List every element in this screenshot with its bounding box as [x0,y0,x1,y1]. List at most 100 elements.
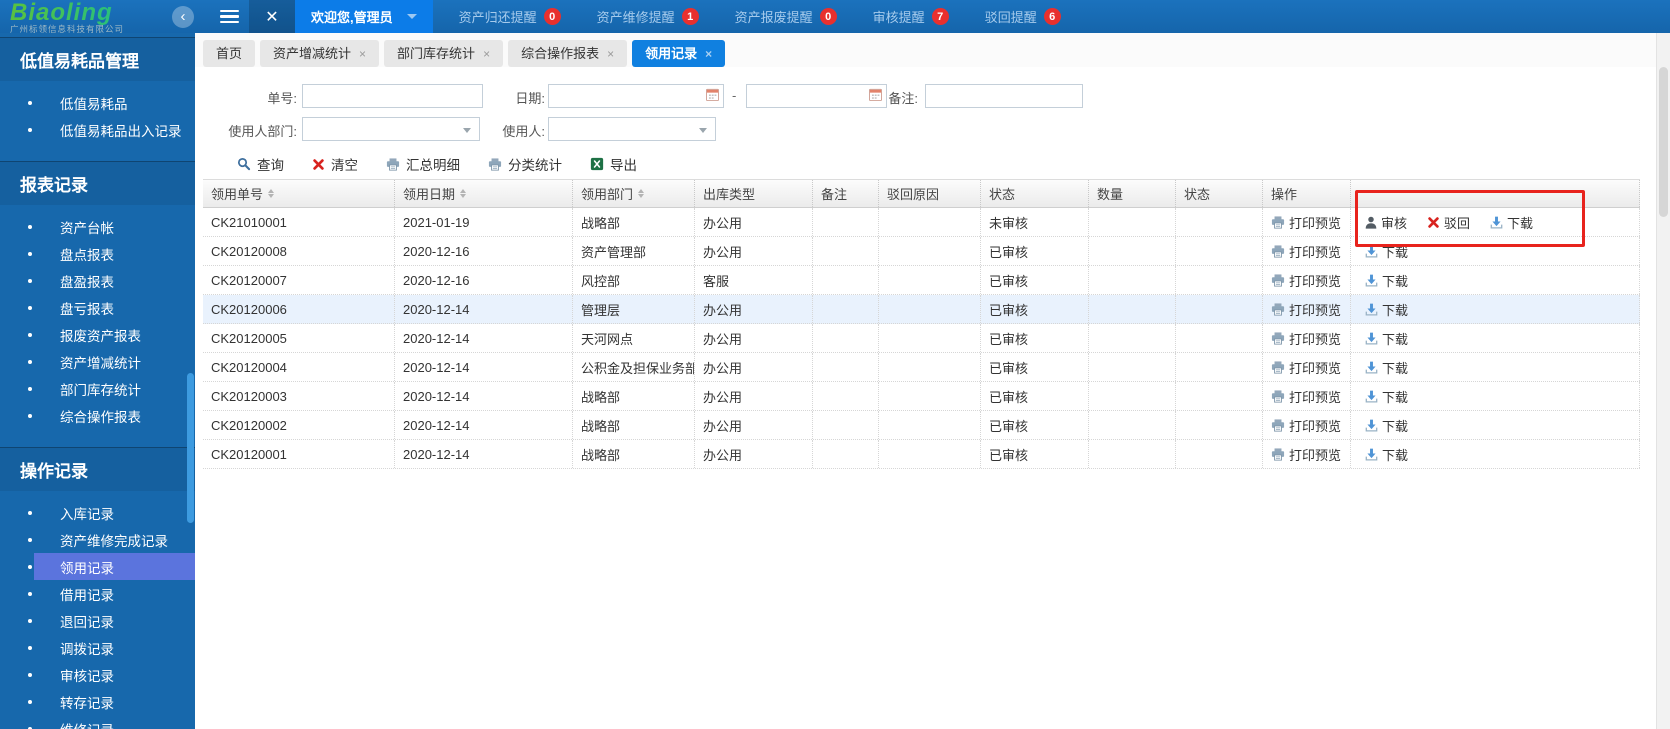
scrollbar-thumb[interactable] [1659,67,1668,217]
print-button[interactable]: 打印预览 [1271,387,1341,406]
sidebar-item-2-3[interactable]: 借用记录 [0,580,195,607]
export-button[interactable]: 导出 [590,154,637,174]
user-menu[interactable]: 欢迎您,管理员 [295,0,433,33]
table-row-5[interactable]: CK20120004 2020-12-14 公积金及担保业务部 办公用 已审核 打印预览… [203,353,1640,382]
table-row-7[interactable]: CK20120002 2020-12-14 战略部 办公用 已审核 打印预览 下载 [203,411,1640,440]
sidebar-item-0-1[interactable]: 低值易耗品出入记录 [0,116,195,143]
tab-close-icon[interactable]: × [705,48,712,60]
sidebar-item-1-6[interactable]: 部门库存统计 [0,375,195,402]
tab-label: 综合操作报表 [521,46,600,61]
sidebar-scrollbar[interactable] [187,373,194,523]
download-button[interactable]: 下载 [1365,329,1408,348]
sidebar-item-2-1[interactable]: 资产维修完成记录 [0,526,195,553]
sidebar-collapse-button[interactable]: ‹ [172,5,194,28]
download-button[interactable]: 下载 [1365,242,1408,261]
tab-0[interactable]: 首页 [203,40,256,67]
cell-date: 2020-12-14 [395,295,573,323]
print-button[interactable]: 打印预览 [1271,271,1341,290]
sidebar-item-2-7[interactable]: 转存记录 [0,688,195,715]
notification-item-0[interactable]: 资产归还提醒 0 [459,7,561,26]
clear-button[interactable]: 清空 [312,154,358,174]
menu-toggle-button[interactable] [220,7,239,27]
column-header-label: 领用日期 [403,187,456,202]
download-label: 下载 [1382,273,1409,289]
tab-close-icon[interactable]: × [607,48,614,60]
tab-4[interactable]: 领用记录 × [632,40,726,67]
sidebar-item-2-8[interactable]: 维修记录 [0,715,195,729]
close-all-tabs-button[interactable]: ✕ [249,0,295,33]
table-row-1[interactable]: CK20120008 2020-12-16 资产管理部 办公用 已审核 打印预览 下载 [203,237,1640,266]
order-no-input[interactable] [302,84,483,108]
tab-close-icon[interactable]: × [483,48,490,60]
print-button[interactable]: 打印预览 [1271,300,1341,319]
download-button[interactable]: 下载 [1490,213,1533,232]
tab-3[interactable]: 综合操作报表 × [508,40,628,67]
print-button[interactable]: 打印预览 [1271,445,1341,464]
download-button[interactable]: 下载 [1365,358,1408,377]
download-button[interactable]: 下载 [1365,387,1408,406]
table-row-0[interactable]: CK21010001 2021-01-19 战略部 办公用 未审核 打印预览 审核 驳回… [203,208,1640,237]
dept-select[interactable] [302,117,480,141]
print-button[interactable]: 打印预览 [1271,329,1341,348]
print-button[interactable]: 打印预览 [1271,358,1341,377]
sidebar-item-1-3[interactable]: 盘亏报表 [0,294,195,321]
sidebar-item-1-4[interactable]: 报废资产报表 [0,321,195,348]
download-icon [1365,419,1378,432]
cell-reject-reason [879,266,981,294]
table-row-8[interactable]: CK20120001 2020-12-14 战略部 办公用 已审核 打印预览 下载 [203,440,1640,469]
sidebar-item-2-4[interactable]: 退回记录 [0,607,195,634]
category-stats-button[interactable]: 分类统计 [488,154,562,174]
date-from-input[interactable] [549,86,706,106]
sidebar-item-label: 盘亏报表 [60,301,114,317]
dept-label: 使用人部门: [228,124,297,139]
sort-icon [460,189,467,198]
tab-2[interactable]: 部门库存统计 × [384,40,504,67]
download-button[interactable]: 下载 [1365,271,1408,290]
notification-item-4[interactable]: 驳回提醒 6 [985,7,1061,26]
summary-detail-button[interactable]: 汇总明细 [386,154,460,174]
download-button[interactable]: 下载 [1365,300,1408,319]
notification-item-3[interactable]: 审核提醒 7 [873,7,949,26]
notification-item-1[interactable]: 资产维修提醒 1 [597,7,699,26]
sidebar-item-1-0[interactable]: 资产台帐 [0,213,195,240]
reject-button[interactable]: 驳回 [1427,213,1470,232]
sidebar-item-1-5[interactable]: 资产增减统计 [0,348,195,375]
print-button[interactable]: 打印预览 [1271,213,1341,232]
sidebar-item-2-0[interactable]: 入库记录 [0,499,195,526]
table-row-3[interactable]: CK20120006 2020-12-14 管理层 办公用 已审核 打印预览 下载 [203,295,1640,324]
cell-qty [1089,266,1176,294]
tab-1[interactable]: 资产增减统计 × [260,40,380,67]
query-button[interactable]: 查询 [237,154,284,174]
vertical-scrollbar[interactable] [1656,33,1670,729]
column-header-date[interactable]: 领用日期 [395,180,573,207]
sidebar-item-1-7[interactable]: 综合操作报表 [0,402,195,429]
audit-button[interactable]: 审核 [1365,213,1407,232]
table-row-6[interactable]: CK20120003 2020-12-14 战略部 办公用 已审核 打印预览 下载 [203,382,1640,411]
print-button[interactable]: 打印预览 [1271,416,1341,435]
notification-item-2[interactable]: 资产报废提醒 0 [735,7,837,26]
download-button[interactable]: 下载 [1365,416,1408,435]
user-select[interactable] [548,117,716,141]
download-button[interactable]: 下载 [1365,445,1408,464]
column-header-dept[interactable]: 领用部门 [573,180,695,207]
cell-note [813,382,879,410]
cell-dept: 管理层 [573,295,695,323]
tab-close-icon[interactable]: × [359,48,366,60]
sidebar-item-2-2[interactable]: 领用记录 [0,553,195,580]
column-header-status2: 状态 [1176,180,1263,207]
table-row-4[interactable]: CK20120005 2020-12-14 天河网点 办公用 已审核 打印预览 下载 [203,324,1640,353]
cell-extra: 下载 [1351,295,1640,323]
column-header-label: 驳回原因 [887,187,940,202]
note-input[interactable] [925,84,1083,108]
sidebar-item-2-5[interactable]: 调拨记录 [0,634,195,661]
sidebar-item-1-1[interactable]: 盘点报表 [0,240,195,267]
sidebar-item-2-6[interactable]: 审核记录 [0,661,195,688]
print-button[interactable]: 打印预览 [1271,242,1341,261]
sidebar-item-1-2[interactable]: 盘盈报表 [0,267,195,294]
calendar-button[interactable] [706,88,723,104]
sidebar-item-label: 部门库存统计 [60,382,141,398]
table-row-2[interactable]: CK20120007 2020-12-16 风控部 客服 已审核 打印预览 下载 [203,266,1640,295]
column-header-order-no[interactable]: 领用单号 [203,180,395,207]
sidebar-item-0-0[interactable]: 低值易耗品 [0,89,195,116]
cell-status2 [1176,208,1263,236]
